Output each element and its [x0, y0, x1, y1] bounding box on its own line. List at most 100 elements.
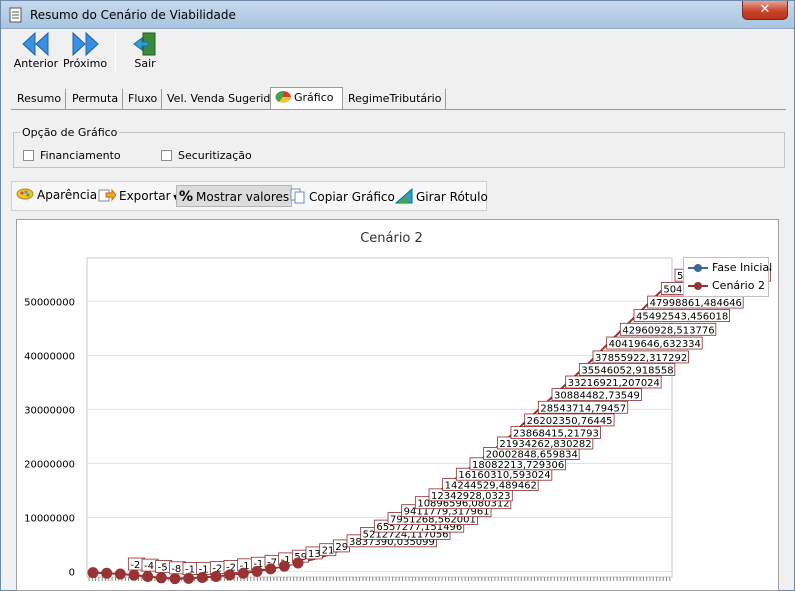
data-label: 37855922,317292: [595, 353, 687, 364]
data-point: [292, 557, 304, 569]
data-label: 42960928,513776: [622, 325, 714, 336]
window-title: Resumo do Cenário de Viabilidade: [30, 8, 236, 22]
chart-title: Cenário 2: [360, 231, 423, 246]
legend-item-cenario-2: Cenário 2: [688, 279, 765, 292]
tab-vel-venda-sugerida[interactable]: Vel. Venda Sugerida: [163, 89, 283, 109]
data-point: [169, 573, 181, 585]
chart-icon: [275, 91, 291, 103]
tab-label: RegimeTributário: [348, 92, 442, 105]
data-point: [155, 572, 167, 584]
data-label: 40419646,632334: [609, 339, 701, 350]
legend-marker: [688, 264, 708, 272]
show-values-label: Mostrar valores: [196, 190, 290, 204]
toolbar-separator: [115, 33, 116, 73]
exit-button[interactable]: Sair: [128, 31, 162, 70]
data-label: 21: [322, 546, 335, 557]
chart-area: Cenário 2 0 10000000 20000000 30000000 400000…: [16, 219, 779, 591]
line-chart: Cenário 2 0 10000000 20000000 30000000 400000…: [24, 231, 771, 585]
palette-icon: [16, 188, 34, 200]
data-point: [237, 567, 249, 579]
legend-marker: [688, 282, 708, 290]
main-window: Resumo do Cenário de Viabilidade ✕ Anter…: [0, 0, 795, 591]
data-label: -4: [144, 561, 154, 572]
close-icon: ✕: [759, 2, 771, 17]
tab-resumo[interactable]: Resumo: [13, 89, 67, 109]
checkbox-label: Securitização: [178, 149, 252, 162]
tab-fluxo[interactable]: Fluxo: [124, 89, 163, 109]
data-label: 18082213,729306: [472, 460, 564, 471]
legend-item-fase-inicial: Fase Inicial: [688, 261, 772, 274]
data-point: [114, 568, 126, 580]
checkbox-label: Financiamento: [40, 149, 121, 162]
data-label: 16160310,593024: [458, 470, 550, 481]
data-label: 26202350,76445: [527, 416, 613, 427]
data-point: [196, 572, 208, 584]
tab-label: Resumo: [17, 92, 62, 105]
copy-chart-label: Copiar Gráfico: [309, 190, 395, 204]
data-point: [128, 569, 140, 581]
data-label: -2: [130, 560, 140, 571]
window-edge: [786, 29, 794, 590]
y-tick-label: 0: [69, 568, 75, 579]
legend-label: Fase Inicial: [712, 261, 773, 274]
previous-label: Anterior: [13, 57, 59, 70]
appearance-button[interactable]: Aparência: [16, 188, 97, 202]
data-label: 14244529,489462: [445, 481, 537, 492]
chart-legend: Fase Inicial Cenário 2: [683, 257, 772, 297]
data-label: 12342928,0323: [431, 491, 511, 502]
export-button[interactable]: Exportar ▼: [98, 188, 179, 203]
tab-grafico[interactable]: Gráfico: [270, 87, 343, 109]
tab-label: Fluxo: [128, 92, 158, 105]
arrow-right-icon: [72, 31, 99, 57]
legend-label: Cenário 2: [712, 279, 765, 292]
exit-label: Sair: [134, 57, 156, 70]
data-label: 45492543,456018: [636, 312, 728, 323]
next-button[interactable]: Próximo: [62, 31, 108, 70]
copy-icon: [290, 188, 305, 204]
percent-icon: %: [179, 189, 194, 205]
data-point: [265, 563, 277, 575]
data-label: 47998861,484646: [650, 298, 742, 309]
financiamento-checkbox[interactable]: Financiamento: [23, 149, 121, 162]
close-button[interactable]: ✕: [742, 1, 788, 20]
title-bar: Resumo do Cenário de Viabilidade ✕: [1, 1, 794, 29]
data-point: [224, 569, 236, 581]
data-label: -5: [158, 562, 168, 573]
y-tick-label: 40000000: [24, 351, 75, 362]
tab-label: Gráfico: [294, 91, 334, 104]
previous-button[interactable]: Anterior: [13, 31, 59, 70]
tab-permuta[interactable]: Permuta: [68, 89, 124, 109]
y-tick-label: 30000000: [24, 405, 75, 416]
data-point: [183, 572, 195, 584]
arrow-left-icon: [22, 31, 49, 57]
data-label: 29: [335, 542, 348, 553]
checkbox-box[interactable]: [23, 150, 34, 161]
tab-label: Vel. Venda Sugerida: [167, 92, 278, 105]
y-tick-label: 50000000: [24, 297, 75, 308]
rotate-label-label: Girar Rótulo: [416, 190, 488, 204]
show-values-button[interactable]: % Mostrar valores: [176, 185, 293, 207]
data-point: [251, 565, 263, 577]
data-label: 28543714,79457: [540, 403, 626, 414]
tab-regime-tributario[interactable]: RegimeTributário: [344, 89, 447, 109]
data-label: -8: [171, 564, 181, 575]
copy-chart-button[interactable]: Copiar Gráfico: [290, 188, 395, 204]
data-label: 35546052,918558: [581, 365, 673, 376]
exit-door-icon: [133, 32, 156, 56]
data-point: [278, 560, 290, 572]
rotate-label-button[interactable]: Girar Rótulo: [394, 187, 488, 204]
tab-label: Permuta: [72, 92, 119, 105]
data-point: [142, 570, 154, 582]
main-toolbar: Anterior Próximo Sair: [1, 29, 794, 77]
data-point: [87, 567, 99, 579]
securitizacao-checkbox[interactable]: Securitização: [161, 149, 252, 162]
data-point: [210, 570, 222, 582]
appearance-label: Aparência: [37, 188, 98, 202]
export-label: Exportar: [119, 189, 171, 203]
checkbox-box[interactable]: [161, 150, 172, 161]
group-title: Opção de Gráfico: [20, 126, 120, 139]
data-label: 30884482,73549: [554, 391, 640, 402]
data-label: 21934262,830282: [499, 439, 591, 450]
chart-toolbar: Aparência Exportar ▼ % Mostrar valores Co…: [11, 181, 488, 211]
document-icon: [9, 7, 23, 23]
